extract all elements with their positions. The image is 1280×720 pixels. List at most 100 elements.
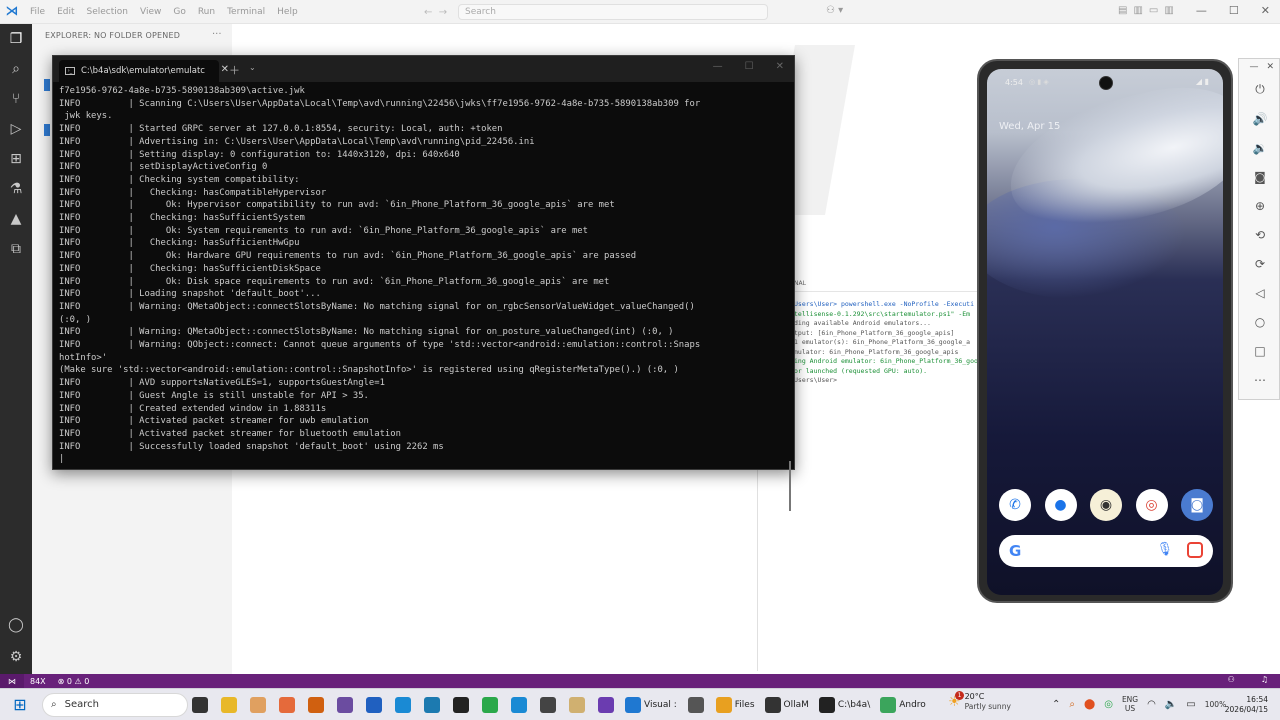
tray-app-icon[interactable]: ⬤ (1084, 699, 1095, 710)
vscode-search-box[interactable]: Search (458, 4, 768, 20)
tray-app-icon[interactable]: ⌕ (1069, 699, 1075, 710)
app-blue-taskbar-button[interactable] (362, 693, 385, 717)
microphone-icon[interactable]: 🎙 (1156, 542, 1173, 557)
copilot-icon[interactable]: ⚇ ▾ (826, 5, 843, 16)
app-cyan-taskbar-button[interactable] (507, 693, 530, 717)
battery-icon[interactable]: ▭ (1186, 699, 1195, 710)
vscode-taskbar-button[interactable]: Visual : (623, 693, 679, 717)
volume-up-icon[interactable]: 🔊 (1239, 104, 1280, 133)
google-lens-icon[interactable] (1187, 542, 1203, 558)
zoom-icon[interactable]: ⊕ (1239, 191, 1280, 220)
taskbar-search[interactable]: ⌕ Search (42, 692, 188, 717)
b4j-taskbar-button[interactable] (246, 693, 269, 717)
toggle-panel-icon[interactable]: ▭ (1149, 5, 1158, 16)
menu-item-go[interactable]: Go (167, 7, 191, 17)
phone-app-icon[interactable]: ✆ (999, 489, 1031, 521)
android-studio-taskbar-button[interactable]: Andro (878, 693, 928, 717)
file-explorer-taskbar-button[interactable] (217, 693, 240, 717)
back-icon[interactable]: ◁ (1239, 278, 1280, 307)
maximize-icon[interactable]: ☐ (745, 61, 754, 72)
minimize-icon[interactable]: — (1196, 4, 1207, 17)
chrome-app-icon[interactable]: ◎ (1135, 489, 1168, 521)
toggle-secondary-icon[interactable]: ▥ (1164, 5, 1173, 16)
menu-item-selection[interactable]: Selection (81, 7, 134, 17)
snip-taskbar-button[interactable] (536, 693, 559, 717)
layout-icon[interactable]: ▤ (1118, 5, 1127, 16)
testing-icon[interactable]: ⚗ (7, 180, 25, 198)
terminal-tab[interactable]: ›_ C:\b4a\sdk\emulator\emulatc ✕ (59, 60, 229, 82)
terminal-taskbar-button[interactable] (449, 693, 472, 717)
menu-item-terminal[interactable]: Terminal (221, 7, 271, 17)
speaker-icon[interactable]: 🔈 (1165, 699, 1177, 710)
copilot-status-icon[interactable]: ⚇ (1222, 675, 1241, 684)
close-icon[interactable]: ✕ (1266, 62, 1274, 72)
b4x-icon[interactable]: ▲ (7, 210, 25, 228)
nav-arrows-icon[interactable]: ← → (424, 7, 447, 18)
home-icon[interactable]: ○ (1239, 307, 1280, 336)
app-teal-taskbar-button[interactable] (420, 693, 443, 717)
google-search-bar[interactable]: G 🎙 (999, 535, 1213, 567)
chevron-up-icon[interactable]: ⌃ (1052, 699, 1060, 710)
ports-status[interactable]: 84X (24, 677, 52, 686)
explorer-icon[interactable]: ❐ (7, 30, 25, 48)
settings-gear-icon[interactable]: ⚙ (7, 648, 25, 666)
notifications-icon[interactable]: ♫ (1255, 675, 1274, 684)
source-control-icon[interactable]: ⑂ (7, 90, 25, 108)
tray-chrome-icon[interactable]: ◎ (1104, 699, 1113, 710)
menu-item-help[interactable]: Help (271, 7, 304, 17)
explorer-more-icon[interactable]: ··· (212, 29, 222, 40)
extensions-icon[interactable]: ⊞ (7, 150, 25, 168)
problems-status[interactable]: ⊗ 0 ⚠ 0 (52, 677, 96, 686)
minimize-icon[interactable]: — (713, 61, 723, 72)
emulator-screen[interactable]: 4:54 ◎ ▮ ◈ ◢ ▮ Wed, Apr 15 ✆ ● ◉ ◎ ◙ G 🎙 (987, 69, 1223, 595)
files-taskbar-button[interactable]: Files (714, 693, 757, 717)
taskbar-clock[interactable]: 16:54 2026/04/15 (1225, 695, 1268, 715)
camera-app-icon[interactable]: ◙ (1181, 489, 1213, 521)
search-app-taskbar-button[interactable] (304, 693, 327, 717)
close-icon[interactable]: ✕ (776, 61, 784, 72)
edge-taskbar-button[interactable] (391, 693, 414, 717)
vs-purple-taskbar-button[interactable] (594, 693, 617, 717)
windows-start-icon[interactable]: ⊞ (0, 689, 40, 720)
explorer-button-fragment[interactable] (44, 124, 50, 136)
layout-controls[interactable]: ▤ ▥ ▭ ▥ (1118, 5, 1174, 16)
search-icon[interactable]: ⌕ (7, 60, 25, 78)
terminal-scrollbar[interactable] (789, 461, 791, 511)
close-tab-icon[interactable]: ✕ (221, 64, 229, 75)
chevron-down-icon[interactable]: ⌄ (249, 63, 256, 72)
volume-down-icon[interactable]: 🔉 (1239, 133, 1280, 162)
run-debug-icon[interactable]: ▷ (7, 120, 25, 138)
power-icon[interactable]: ⏻ (1239, 75, 1280, 104)
more-icon[interactable]: ⋯ (1239, 365, 1280, 394)
new-tab-icon[interactable]: ＋ (229, 62, 240, 78)
menu-item-file[interactable]: File (24, 7, 51, 17)
gallery-app-icon[interactable]: ◉ (1090, 489, 1122, 521)
menu-item-edit[interactable]: Edit (51, 7, 80, 17)
postman-taskbar-button[interactable] (275, 693, 298, 717)
ollama-taskbar-button[interactable]: OllaM (763, 693, 811, 717)
rotate-left-icon[interactable]: ⟲ (1239, 220, 1280, 249)
terminal-output[interactable]: f7e1956-9762-4a8e-b735-5890138ab309\acti… (53, 82, 794, 470)
home-date[interactable]: Wed, Apr 15 (999, 121, 1060, 132)
menu-item-run[interactable]: Run (192, 7, 221, 17)
screenshot-camera-icon[interactable]: ◙ (1239, 162, 1280, 191)
robot-taskbar-button[interactable] (685, 693, 708, 717)
minimize-icon[interactable]: — (1249, 62, 1258, 72)
messages-app-icon[interactable]: ● (1044, 489, 1077, 521)
b4a-taskbar-button[interactable] (565, 693, 588, 717)
obs-taskbar-button[interactable] (333, 693, 356, 717)
remote-indicator-icon[interactable]: ⋈ (0, 674, 24, 688)
rotate-right-icon[interactable]: ⟳ (1239, 249, 1280, 278)
toggle-sidebar-icon[interactable]: ▥ (1133, 5, 1142, 16)
explorer-button-fragment[interactable] (44, 79, 50, 91)
taskview-taskbar-button[interactable] (188, 693, 211, 717)
wifi-icon[interactable]: ◠ (1147, 699, 1156, 710)
menu-item-view[interactable]: View (134, 7, 167, 17)
remote-explorer-icon[interactable]: ⧉ (7, 240, 25, 258)
close-icon[interactable]: ✕ (1261, 4, 1270, 17)
chrome-taskbar-taskbar-button[interactable] (478, 693, 501, 717)
cmd-taskbar-button[interactable]: C:\b4a\ (817, 693, 872, 717)
accounts-icon[interactable]: ◯ (7, 616, 25, 634)
maximize-icon[interactable]: ☐ (1229, 4, 1239, 17)
language-indicator[interactable]: ENG US (1122, 695, 1138, 713)
